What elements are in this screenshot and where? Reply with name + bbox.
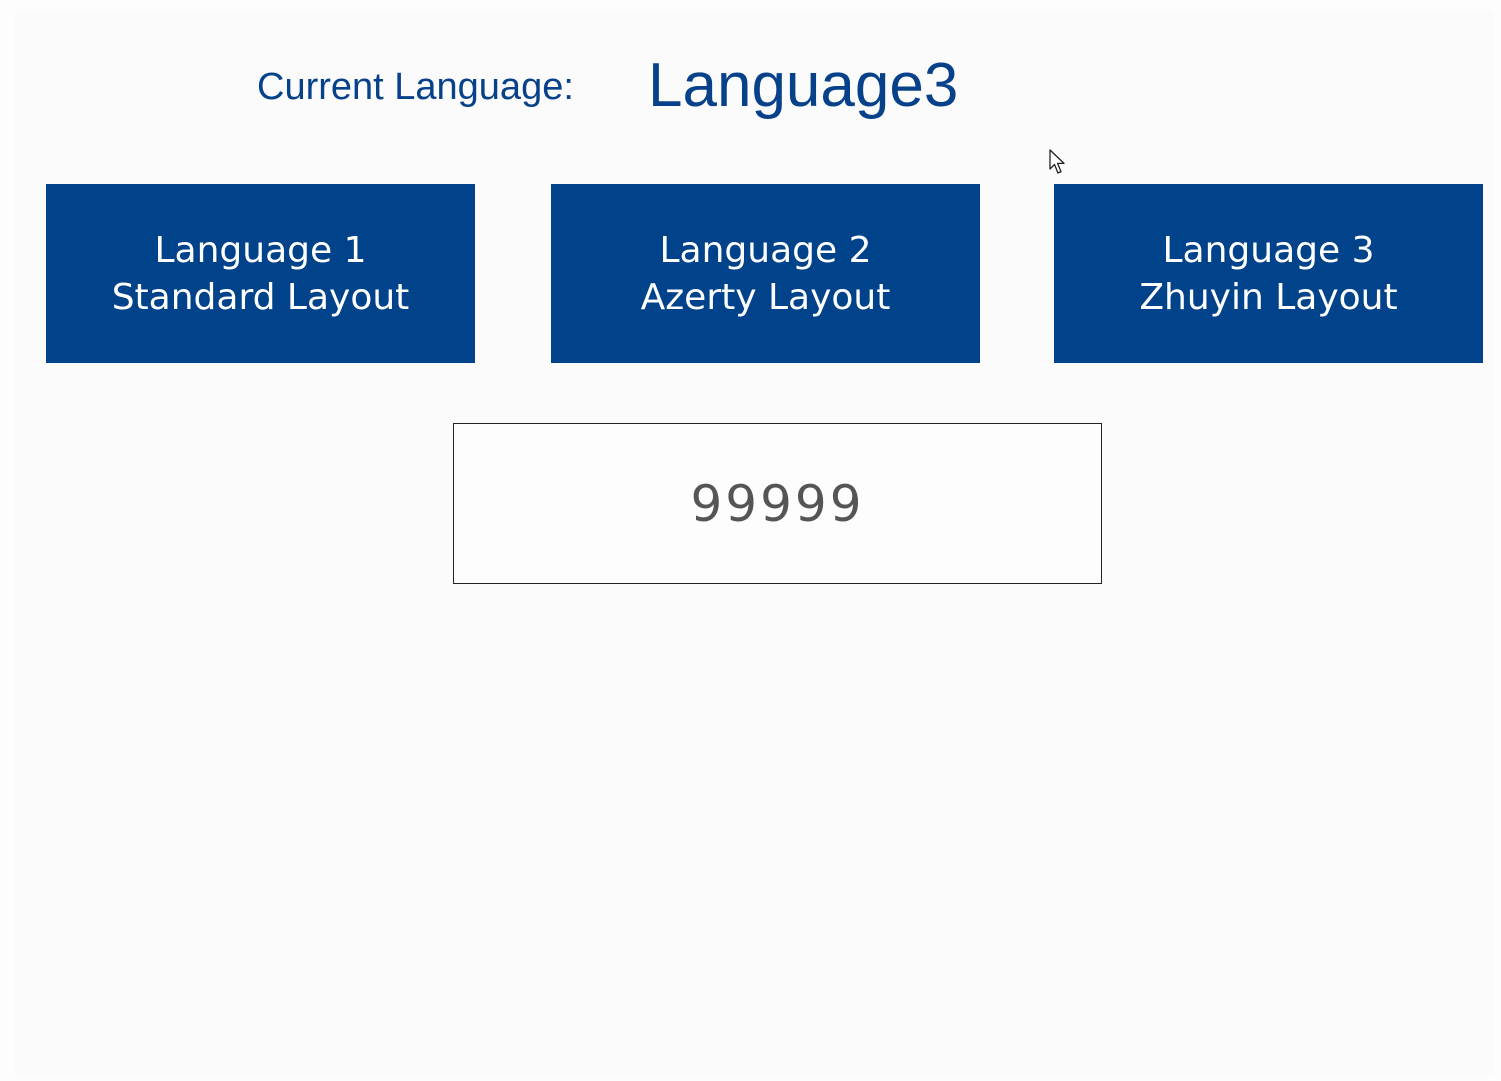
number-input[interactable]: [453, 423, 1102, 584]
language-2-layout: Azerty Layout: [640, 276, 891, 318]
current-language-label: Current Language:: [257, 66, 574, 108]
language-1-title: Language 1: [154, 229, 367, 271]
current-language-value: Language3: [648, 51, 959, 120]
language-3-layout: Zhuyin Layout: [1139, 276, 1398, 318]
language-2-button[interactable]: Language 2 Azerty Layout: [551, 184, 980, 363]
language-1-layout: Standard Layout: [111, 276, 410, 318]
mouse-pointer-icon: [1049, 149, 1065, 174]
language-1-button[interactable]: Language 1 Standard Layout: [46, 184, 475, 363]
language-2-title: Language 2: [659, 229, 872, 271]
language-3-title: Language 3: [1162, 229, 1375, 271]
language-3-button[interactable]: Language 3 Zhuyin Layout: [1054, 184, 1483, 363]
